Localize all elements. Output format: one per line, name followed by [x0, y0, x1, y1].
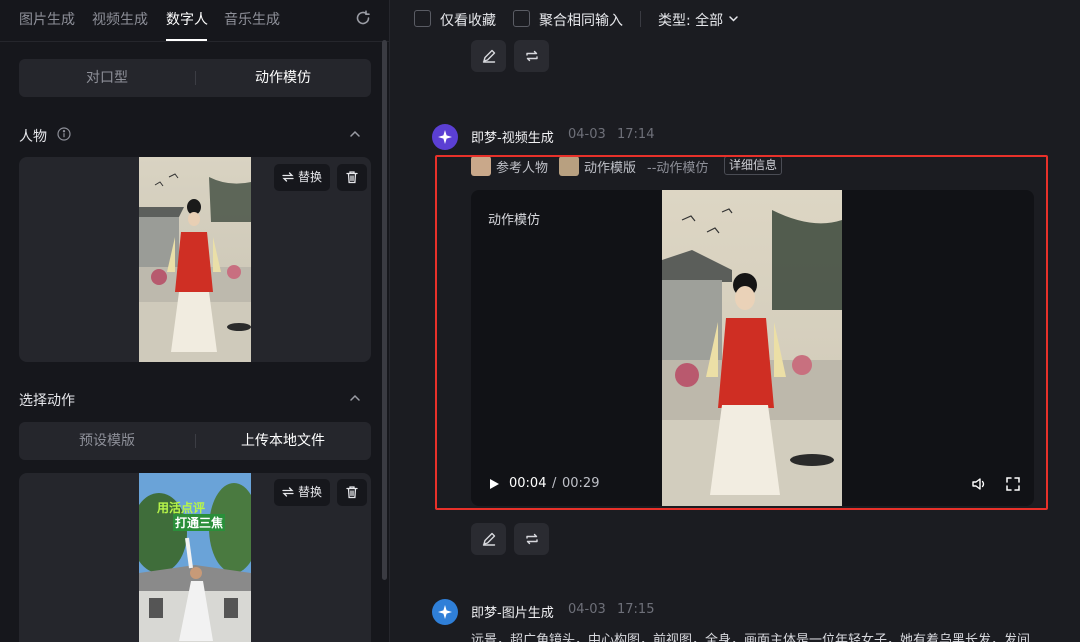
message-time: 17:14: [617, 127, 655, 142]
tab-music-generation[interactable]: 音乐生成: [224, 9, 280, 29]
chevron-up-icon[interactable]: [348, 127, 362, 141]
character-thumbnail: [139, 157, 251, 362]
sparkle-icon: [438, 130, 452, 144]
replace-label: 替换: [298, 485, 323, 499]
replace-action-button[interactable]: 替换: [274, 479, 331, 506]
trash-icon: [346, 171, 358, 184]
regenerate-button[interactable]: [514, 523, 549, 555]
divider: [640, 11, 641, 27]
trash-icon: [346, 486, 358, 499]
filter-bar: 仅看收藏 聚合相同输入 类型: 全部: [397, 0, 1080, 38]
action-video-thumbnail: 用活点评 打通三焦: [139, 473, 251, 642]
swap-icon: [282, 172, 294, 182]
replace-character-button[interactable]: 替换: [274, 164, 331, 191]
mode-toggle: 对口型 动作模仿: [19, 59, 371, 97]
chevron-down-icon[interactable]: [728, 13, 739, 24]
mode-tabs: 图片生成 视频生成 数字人 音乐生成: [0, 0, 390, 42]
tab-image-generation[interactable]: 图片生成: [19, 9, 75, 29]
edit-button[interactable]: [471, 523, 506, 555]
action-option-upload[interactable]: 上传本地文件: [195, 422, 371, 460]
edit-button[interactable]: [471, 40, 506, 72]
character-card: 替换: [19, 157, 371, 362]
mode-option-motion-imitation[interactable]: 动作模仿: [195, 59, 371, 97]
message-time: 17:15: [617, 602, 655, 617]
type-filter-dropdown[interactable]: 类型: 全部: [658, 10, 723, 30]
left-panel: 图片生成 视频生成 数字人 音乐生成 对口型 动作模仿 人物 替换 选择动作 预…: [0, 0, 390, 642]
chevron-up-icon[interactable]: [348, 391, 362, 405]
avatar: [432, 124, 458, 150]
merge-input-label[interactable]: 聚合相同输入: [539, 10, 623, 30]
refresh-icon[interactable]: [353, 8, 373, 28]
replace-label: 替换: [298, 170, 323, 184]
info-icon[interactable]: [57, 127, 71, 141]
character-section-title: 人物: [19, 129, 47, 145]
regenerate-button[interactable]: [514, 40, 549, 72]
swap-icon: [282, 487, 294, 497]
message-date: 04-03: [568, 127, 606, 142]
prompt-text: 远景，超广角镜头，中心构图，前视图，全身，画面主体是一位年轻女子，她有着乌黑长发…: [471, 633, 1031, 642]
message-sender: 即梦-视频生成: [471, 131, 554, 146]
loop-icon: [526, 533, 538, 545]
left-panel-scrollbar[interactable]: [382, 40, 387, 580]
active-tab-indicator: [166, 39, 207, 41]
delete-action-button[interactable]: [337, 479, 367, 506]
action-source-toggle: 预设模版 上传本地文件: [19, 422, 371, 460]
message-date: 04-03: [568, 602, 606, 617]
mode-option-lip-sync[interactable]: 对口型: [19, 59, 195, 97]
tab-digital-human[interactable]: 数字人: [166, 9, 208, 29]
app-root: 图片生成 视频生成 数字人 音乐生成 对口型 动作模仿 人物 替换 选择动作 预…: [0, 0, 1080, 642]
loop-icon: [526, 50, 538, 62]
action-caption-line2: 打通三焦: [173, 514, 226, 531]
delete-character-button[interactable]: [337, 164, 367, 191]
pencil-icon: [482, 49, 496, 63]
only-favorites-label[interactable]: 仅看收藏: [440, 10, 496, 30]
pencil-icon: [482, 532, 496, 546]
tab-video-generation[interactable]: 视频生成: [92, 9, 148, 29]
action-option-preset[interactable]: 预设模版: [19, 422, 195, 460]
sparkle-icon: [438, 605, 452, 619]
only-favorites-checkbox[interactable]: [414, 10, 431, 27]
avatar: [432, 599, 458, 625]
action-card: 用活点评 打通三焦 替换: [19, 473, 371, 642]
action-section-title: 选择动作: [19, 393, 75, 409]
merge-input-checkbox[interactable]: [513, 10, 530, 27]
message-sender: 即梦-图片生成: [471, 606, 554, 621]
highlight-box: [435, 155, 1048, 510]
